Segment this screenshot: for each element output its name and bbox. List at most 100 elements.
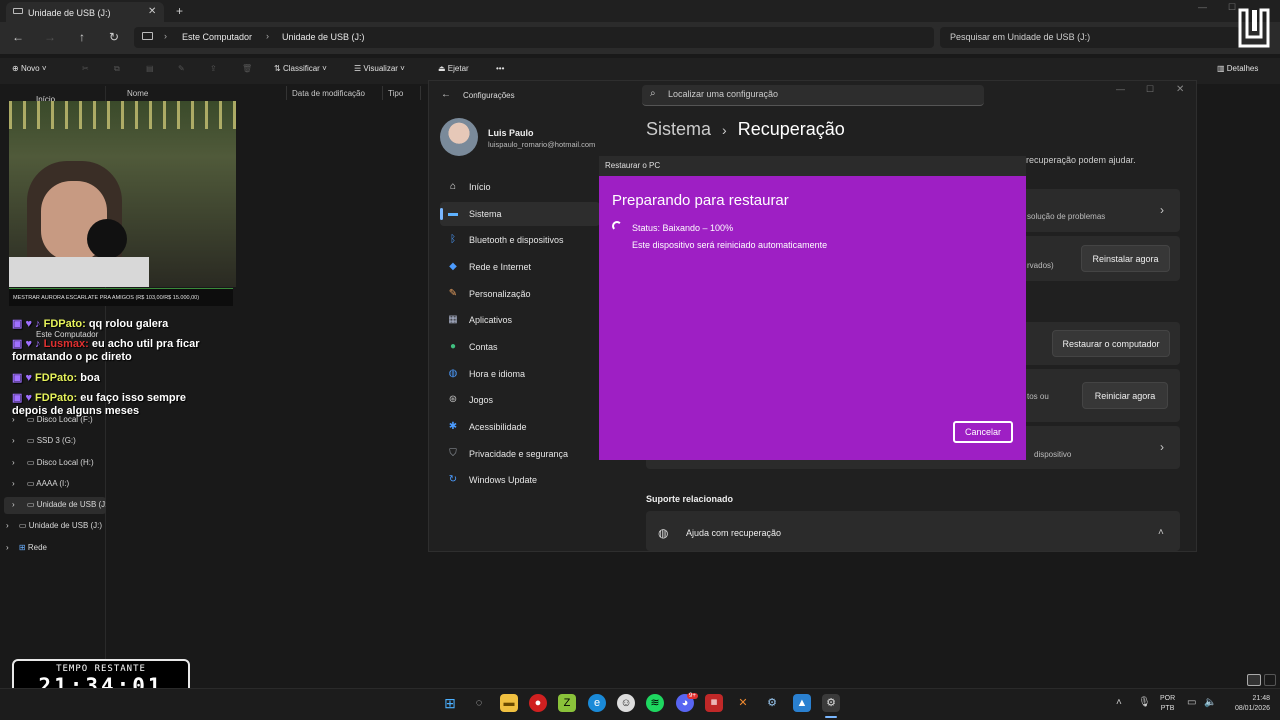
nav-item-windows-update[interactable]: ↻ Windows Update [440, 468, 600, 492]
account-icon: ● [449, 341, 457, 352]
breadcrumb-item[interactable]: Este Computador [182, 32, 252, 42]
view-label: Visualizar [363, 64, 398, 73]
share-icon[interactable]: ⇪ [210, 64, 217, 73]
settings-search-input[interactable]: ⌕ Localizar uma configuração [642, 85, 984, 106]
column-header-date[interactable]: Data de modificação [292, 89, 365, 98]
settings-maximize-icon[interactable]: ☐ [1146, 84, 1154, 95]
minimize-icon[interactable]: — [1198, 2, 1207, 12]
address-field[interactable]: › Este Computador › Unidade de USB (J:) [134, 27, 934, 48]
chevron-right-icon: › [722, 122, 727, 138]
refresh-icon[interactable]: ↻ [106, 30, 122, 46]
app-red-icon[interactable]: ● [529, 694, 547, 712]
cancel-button[interactable]: Cancelar [953, 421, 1013, 443]
up-icon[interactable]: ↑ [74, 30, 90, 46]
nav-item-system[interactable]: ▬ Sistema [440, 202, 600, 226]
settings-title: Configurações [463, 91, 515, 100]
breadcrumb-parent[interactable]: Sistema [646, 119, 711, 139]
rename-icon[interactable]: ✎ [178, 64, 185, 73]
webcam-microphone [87, 219, 127, 259]
file-explorer-icon[interactable]: ▬ [500, 694, 518, 712]
details-button[interactable]: ▥ Detalhes [1217, 64, 1258, 73]
nav-item-privacy[interactable]: ⛉ Privacidade e segurança [440, 442, 600, 466]
view-toggle-icon[interactable] [1264, 674, 1276, 686]
nav-item-apps[interactable]: ▦ Aplicativos [440, 308, 600, 332]
settings-app-icon[interactable]: ⚙ [822, 694, 840, 712]
nav-item-accounts[interactable]: ● Contas [440, 335, 600, 359]
tree-item-drive[interactable]: › ▭ AAAA (I:) [12, 479, 69, 488]
tree-item-drive-selected[interactable]: › ▭ Unidade de USB (J:) [4, 497, 106, 514]
app-face-icon[interactable]: ☺ [617, 694, 635, 712]
spotify-icon[interactable]: ≋ [646, 694, 664, 712]
maximize-icon[interactable]: ☐ [1228, 2, 1236, 13]
windows-start-icon[interactable]: ⊞ [441, 694, 459, 712]
back-icon[interactable]: ← [10, 30, 26, 46]
chat-text: boa [80, 372, 100, 384]
nav-item-personalization[interactable]: ✎ Personalização [440, 282, 600, 306]
cut-icon[interactable]: ✂ [82, 64, 89, 73]
explorer-search-input[interactable]: Pesquisar em Unidade de USB (J:) [940, 27, 1240, 48]
dialog-status: Status: Baixando – 100% [632, 223, 734, 233]
advanced-startup-text: tos ou [1027, 392, 1049, 401]
copy-icon[interactable]: ⧉ [114, 64, 120, 74]
app-green-icon[interactable]: Z [558, 694, 576, 712]
nav-item-accessibility[interactable]: ✱ Acessibilidade [440, 415, 600, 439]
breadcrumb-item[interactable]: Unidade de USB (J:) [282, 32, 365, 42]
eject-label: Ejetar [447, 64, 469, 73]
tree-item-drive[interactable]: › ▭ SSD 3 (G:) [12, 436, 76, 445]
restore-dialog [599, 176, 1026, 460]
nav-label: Windows Update [469, 475, 538, 485]
view-button[interactable]: ☰ Visualizar ˅ [354, 64, 405, 73]
nav-item-bluetooth[interactable]: ᛒ Bluetooth e dispositivos [440, 228, 600, 252]
more-options-icon[interactable]: ••• [496, 64, 504, 73]
column-header-name[interactable]: Nome [127, 89, 148, 98]
nav-item-network[interactable]: ◆ Rede e Internet [440, 255, 600, 279]
delete-icon[interactable]: 🗑 [242, 64, 252, 73]
microphone-icon[interactable]: 🎙 [1138, 697, 1151, 708]
page-breadcrumb: Sistema › Recuperação [646, 119, 845, 140]
eject-button[interactable]: ⏏ Ejetar [438, 64, 469, 73]
back-icon[interactable]: ← [441, 89, 451, 100]
column-header-type[interactable]: Tipo [388, 89, 403, 98]
clock[interactable]: 21:48 08/01/2026 [1224, 694, 1270, 714]
tray-expand-icon[interactable]: ˄ [1116, 697, 1122, 708]
chevron-right-icon: › [1160, 203, 1164, 217]
settings-minimize-icon[interactable]: — [1116, 84, 1125, 94]
chevron-up-icon[interactable]: ˄ [1158, 527, 1164, 538]
app-photos-icon[interactable]: ▲ [793, 694, 811, 712]
sort-button[interactable]: ⇅ Classificar ˅ [274, 64, 327, 73]
new-button[interactable]: ⊕ Novo ˅ [12, 64, 47, 73]
copilot-icon[interactable]: ◌ [470, 694, 488, 712]
nav-item-time[interactable]: ◍ Hora e idioma [440, 362, 600, 386]
reinstall-now-button[interactable]: Reinstalar agora [1081, 245, 1170, 272]
edge-icon[interactable]: e [588, 694, 606, 712]
update-icon: ↻ [448, 474, 458, 485]
keyboard-layout: PTB [1160, 705, 1175, 712]
view-toggle-icon[interactable] [1247, 674, 1261, 686]
tree-item-network[interactable]: › ⊞ Rede [6, 543, 47, 552]
chevron-right-icon: › [12, 436, 15, 445]
nav-item-gaming[interactable]: ⊛ Jogos [440, 388, 600, 412]
steam-icon[interactable]: ⚙ [763, 694, 781, 712]
restart-now-button[interactable]: Reiniciar agora [1082, 382, 1168, 409]
chat-message: ▣ ♥ FDPato: boa [12, 371, 222, 384]
explorer-tab[interactable]: Unidade de USB (J:) ✕ [6, 2, 164, 22]
settings-close-icon[interactable]: ✕ [1176, 84, 1184, 95]
forward-icon[interactable]: → [42, 30, 58, 46]
volume-icon[interactable]: 🔈 [1204, 697, 1216, 708]
chevron-right-icon: › [164, 31, 167, 41]
nav-label: Aplicativos [469, 315, 513, 325]
chat-badge-icon: ▣ ♥ ♪ [12, 338, 44, 350]
close-tab-icon[interactable]: ✕ [148, 6, 156, 17]
network-icon[interactable]: ▭ [1187, 697, 1196, 708]
avatar[interactable] [440, 118, 478, 156]
user-name: Luis Paulo [488, 128, 534, 138]
language-indicator[interactable]: POR PTB [1160, 694, 1175, 714]
app-orange-icon[interactable]: ✕ [734, 694, 752, 712]
app-news-icon[interactable]: ▦ [705, 694, 723, 712]
nav-item-home[interactable]: ⌂ Início [440, 175, 600, 199]
tree-item-drive[interactable]: › ▭ Disco Local (H:) [12, 458, 94, 467]
tree-item-usb[interactable]: › ▭ Unidade de USB (J:) [6, 521, 102, 530]
reset-pc-button[interactable]: Restaurar o computador [1052, 330, 1170, 357]
new-tab-icon[interactable]: + [176, 4, 183, 18]
paste-icon[interactable]: ▤ [146, 64, 154, 73]
